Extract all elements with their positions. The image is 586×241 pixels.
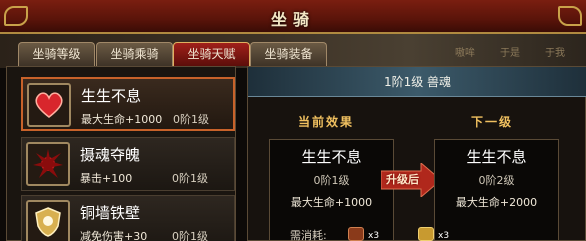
next-effect-level: 0阶2级 [478,174,515,187]
window-title: 坐骑 [270,10,315,29]
talent-item[interactable]: 铜墙铁壁 减免伤害+30 0阶1级 [21,195,235,241]
talent-list: 生生不息 最大生命+1000 0阶1级 摄魂夺魄 暴击+100 0阶1级 铜墙铁… [6,66,236,241]
talent-level: 0阶1级 [173,113,209,126]
background-text: 嗷哞 [455,48,475,59]
detail-header: 1阶1级 兽魂 [248,67,586,97]
tab-mount-talent[interactable]: 坐骑天赋 [173,42,250,66]
talent-attr: 减免伤害+30 [80,230,148,241]
talent-item[interactable]: 生生不息 最大生命+1000 0阶1级 [21,77,235,131]
next-level-title: 下一级 [471,115,514,129]
title-bar: 坐骑 [0,0,586,34]
upgrade-label: 升级后 [386,173,419,186]
next-effect-name: 生生不息 [466,148,527,166]
blood-splash-icon [26,142,70,186]
talent-item[interactable]: 摄魂夺魄 暴击+100 0阶1级 [21,137,235,191]
talent-level: 0阶1级 [172,230,208,241]
talent-name: 生生不息 [81,87,142,105]
tab-mount-level[interactable]: 坐骑等级 [18,42,95,66]
talent-attr: 暴击+100 [80,172,133,185]
background-text: 于是 [500,48,520,59]
cost-count: x3 [438,231,450,241]
current-effect-attr: 最大生命+1000 [290,196,373,209]
talent-detail-panel: 1阶1级 兽魂 当前效果 下一级 生生不息 0阶1级 最大生命+1000 升级后… [247,66,586,241]
talent-name: 摄魂夺魄 [80,146,141,164]
tab-mount-equipment[interactable]: 坐骑装备 [250,42,327,66]
current-effect-name: 生生不息 [301,148,362,166]
heart-icon [27,83,71,127]
ornament-right-icon [558,6,582,26]
shield-icon [26,200,70,241]
current-effect-title: 当前效果 [298,115,355,129]
next-effect-attr: 最大生命+2000 [455,196,538,209]
tab-mount-ride[interactable]: 坐骑乘骑 [96,42,173,66]
cost-label: 需消耗: [290,229,327,241]
gold-ingot-icon [418,227,434,241]
cost-count: x3 [368,231,380,241]
current-effect-box: 生生不息 0阶1级 最大生命+1000 [269,139,394,241]
next-effect-box: 生生不息 0阶2级 最大生命+2000 [434,139,559,241]
talent-level: 0阶1级 [172,172,208,185]
item-icon [348,227,364,241]
talent-attr: 最大生命+1000 [81,113,163,126]
background-text: 于我 [545,48,565,59]
talent-name: 铜墙铁壁 [80,204,141,222]
current-effect-level: 0阶1级 [313,174,350,187]
